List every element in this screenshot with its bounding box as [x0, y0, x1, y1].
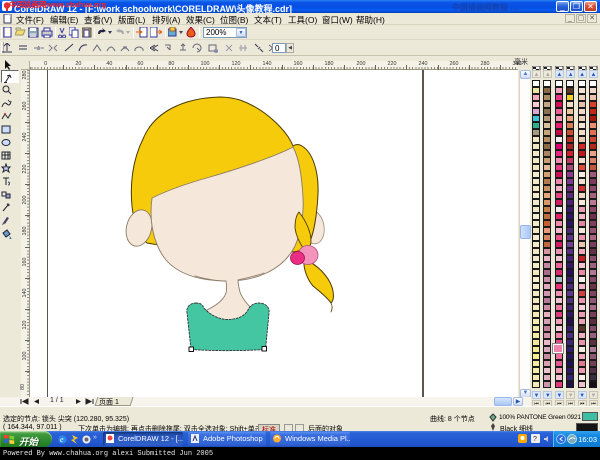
svg-text:?: ? — [533, 436, 537, 443]
svg-text:e: e — [60, 435, 64, 444]
